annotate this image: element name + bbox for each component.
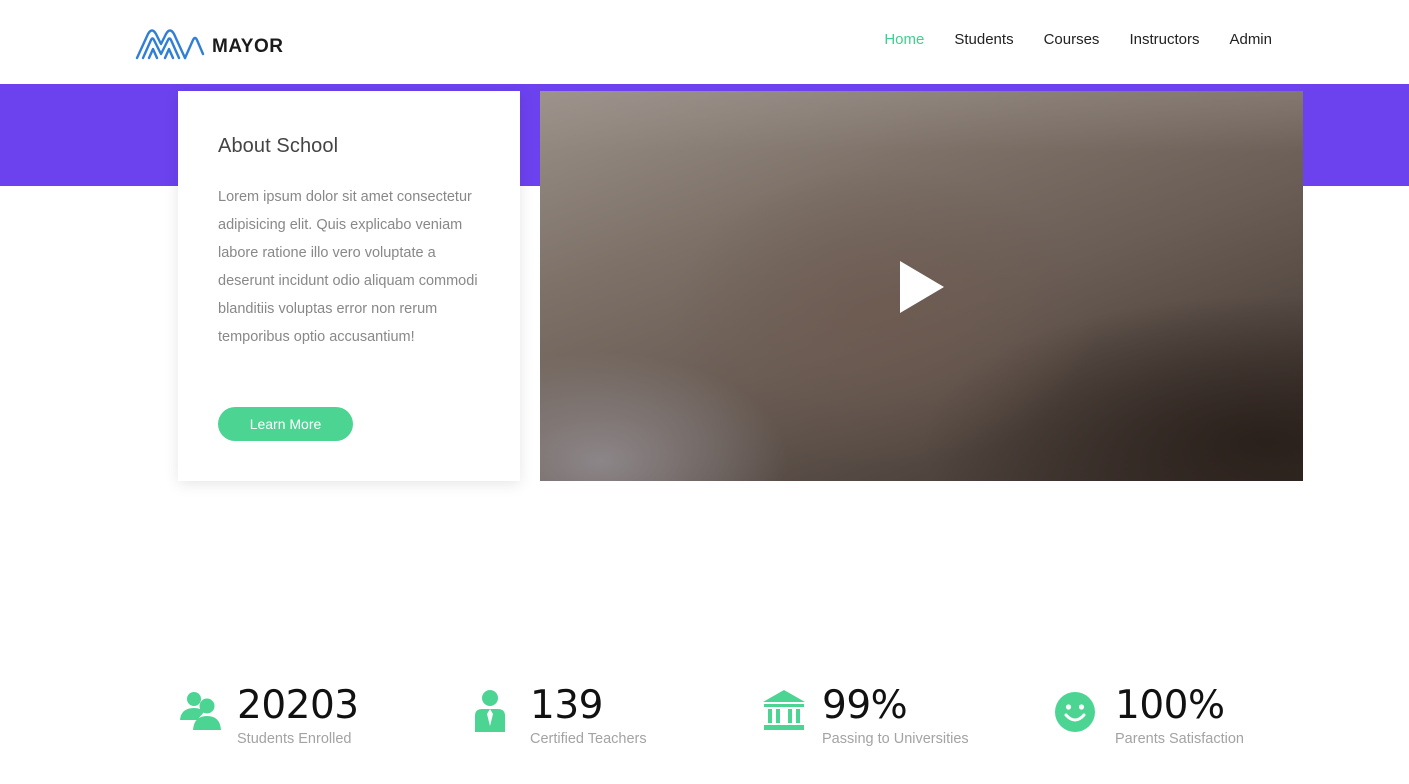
stat-label: Parents Satisfaction — [1115, 731, 1244, 747]
stat-label: Certified Teachers — [530, 731, 647, 747]
stat-value: 100% — [1115, 683, 1225, 728]
stat-value: 99% — [822, 683, 908, 728]
logo[interactable]: MAYOR — [135, 28, 283, 60]
nav-home[interactable]: Home — [884, 31, 924, 49]
users-icon — [180, 692, 221, 730]
stat-label: Passing to Universities — [822, 731, 969, 747]
teacher-icon — [475, 690, 505, 732]
main-nav: Home Students Courses Instructors Admin — [854, 31, 1272, 49]
stat-value: 20203 — [237, 683, 359, 728]
play-icon[interactable] — [898, 259, 946, 315]
stat-label: Students Enrolled — [237, 731, 352, 747]
learn-more-button[interactable]: Learn More — [218, 407, 353, 441]
site-header: MAYOR Home Students Courses Instructors … — [0, 0, 1409, 84]
nav-admin[interactable]: Admin — [1229, 31, 1272, 49]
nav-courses[interactable]: Courses — [1044, 31, 1100, 49]
about-text: Lorem ipsum dolor sit amet consectetur a… — [218, 189, 478, 345]
about-title: About School — [218, 135, 339, 157]
university-icon — [763, 690, 805, 730]
about-card: About School Lorem ipsum dolor sit amet … — [178, 91, 520, 481]
video-player[interactable] — [540, 91, 1303, 481]
nav-instructors[interactable]: Instructors — [1129, 31, 1199, 49]
logo-text: MAYOR — [212, 36, 284, 57]
stat-value: 139 — [530, 683, 603, 728]
logo-mark-icon — [135, 29, 205, 60]
nav-students[interactable]: Students — [954, 31, 1013, 49]
smile-icon — [1055, 692, 1095, 732]
video-shade — [540, 91, 1303, 151]
